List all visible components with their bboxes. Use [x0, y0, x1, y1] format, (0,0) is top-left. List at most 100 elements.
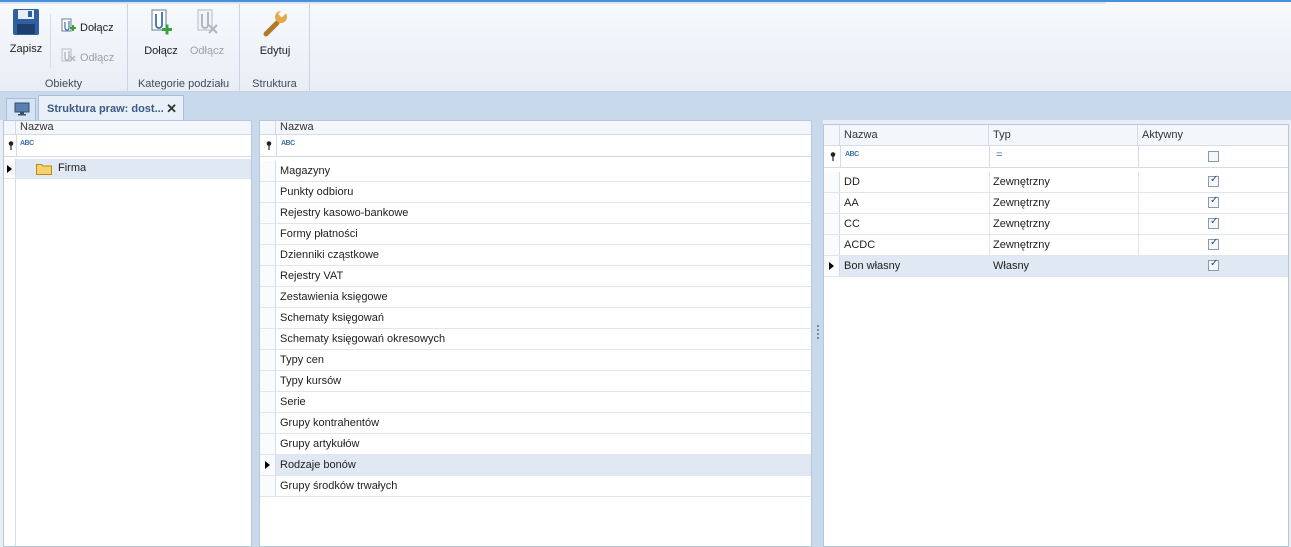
row-indicator	[260, 224, 276, 244]
cell-divider	[989, 193, 990, 213]
list-item[interactable]: Rejestry VAT	[260, 266, 811, 287]
column-header-nazwa[interactable]: Nazwa	[840, 125, 989, 146]
active-checkbox[interactable]	[1208, 174, 1219, 187]
list-item[interactable]: Schematy księgowań okresowych	[260, 329, 811, 350]
row-indicator	[260, 203, 276, 223]
save-button[interactable]: Zapisz	[6, 8, 46, 55]
row-indicator	[824, 256, 840, 276]
list-item[interactable]: Formy płatności	[260, 224, 811, 245]
list-item[interactable]: Typy kursów	[260, 371, 811, 392]
row-indicator	[260, 455, 276, 475]
attach-category-label: Dołącz	[144, 45, 178, 57]
column-header-nazwa[interactable]: Nazwa	[276, 121, 811, 135]
current-row-arrow-icon	[265, 461, 270, 469]
ribbon-group-label: Struktura	[252, 78, 297, 90]
list-item-label: Formy płatności	[280, 228, 358, 240]
document-clip-add-icon	[146, 9, 176, 41]
list-item-label: Grupy środków trwałych	[280, 480, 398, 492]
tree-node-firma[interactable]: Firma	[4, 159, 251, 179]
row-indicator	[260, 329, 276, 349]
row-indicator	[260, 434, 276, 454]
detach-object-button[interactable]: Odłącz	[60, 48, 114, 67]
row-indicator	[260, 245, 276, 265]
indicator-header	[824, 125, 840, 146]
filter-divider	[1138, 146, 1139, 168]
table-row[interactable]: CC Zewnętrzny	[824, 214, 1288, 235]
active-filter-checkbox[interactable]	[1208, 151, 1219, 162]
grid-header: Nazwa	[260, 121, 811, 135]
list-item-label: Rodzaje bonów	[280, 459, 356, 471]
row-indicator	[260, 350, 276, 370]
table-row[interactable]: DD Zewnętrzny	[824, 172, 1288, 193]
column-header-nazwa[interactable]: Nazwa	[16, 121, 251, 135]
list-item[interactable]: Rejestry kasowo-bankowe	[260, 203, 811, 224]
attach-object-button[interactable]: Dołącz	[60, 18, 114, 37]
monitor-icon	[14, 102, 30, 119]
row-indicator	[4, 159, 16, 178]
row-indicator	[260, 182, 276, 202]
splitter-grip[interactable]	[817, 325, 819, 339]
voucher-name-cell: CC	[844, 218, 860, 230]
floppy-disk-icon	[12, 9, 40, 39]
pin-icon	[8, 141, 14, 150]
row-indicator	[260, 413, 276, 433]
voucher-type-cell: Zewnętrzny	[993, 239, 1050, 251]
list-item[interactable]: Punkty odbioru	[260, 182, 811, 203]
table-row[interactable]: ACDC Zewnętrzny	[824, 235, 1288, 256]
pin-icon	[830, 152, 836, 161]
column-header-typ[interactable]: Typ	[989, 125, 1138, 146]
list-item[interactable]: Serie	[260, 392, 811, 413]
vouchers-panel: Nazwa Typ Aktywny ABC = DD Zewnętrzny AA Ze…	[823, 124, 1289, 547]
text-filter-icon[interactable]: ABC	[281, 140, 295, 147]
list-item[interactable]: Magazyny	[260, 161, 811, 182]
filter-divider	[16, 135, 17, 157]
text-filter-icon[interactable]: ABC	[20, 140, 34, 147]
row-indicator	[824, 235, 840, 255]
desktop-tab[interactable]	[6, 98, 36, 120]
pin-icon	[266, 141, 272, 150]
list-item[interactable]: Grupy artykułów	[260, 434, 811, 455]
splitter-right[interactable]	[812, 120, 823, 547]
list-item-label: Dzienniki cząstkowe	[280, 249, 380, 261]
indicator-header	[260, 121, 276, 135]
ribbon-group-struktura: Edytuj Struktura	[240, 4, 310, 92]
row-indicator	[260, 371, 276, 391]
attach-category-button[interactable]: Dołącz	[138, 8, 184, 57]
detach-category-button[interactable]: Odłącz	[184, 8, 230, 57]
active-checkbox[interactable]	[1208, 258, 1219, 271]
list-item-label: Schematy księgowań okresowych	[280, 333, 446, 345]
row-indicator	[260, 308, 276, 328]
list-item-label: Punkty odbioru	[280, 186, 354, 198]
list-item[interactable]: Typy cen	[260, 350, 811, 371]
equals-filter-icon[interactable]: =	[996, 149, 1002, 161]
table-row[interactable]: Bon własny Własny	[824, 256, 1288, 277]
list-item[interactable]: Schematy księgowań	[260, 308, 811, 329]
list-item-label: Grupy kontrahentów	[280, 417, 380, 429]
filter-divider	[840, 146, 841, 168]
list-item-label: Rejestry kasowo-bankowe	[280, 207, 409, 219]
ribbon-group-kategorie: Dołącz Odłącz Kategorie podziału	[128, 4, 240, 92]
filter-divider	[276, 135, 277, 157]
active-checkbox[interactable]	[1208, 216, 1219, 229]
list-item[interactable]: Grupy kontrahentów	[260, 413, 811, 434]
left-tree-panel: Nazwa ABC Firma	[3, 120, 252, 547]
edit-button[interactable]: Edytuj	[254, 8, 296, 57]
splitter-left[interactable]	[252, 120, 259, 547]
list-item[interactable]: Rodzaje bonów	[260, 455, 811, 476]
active-checkbox[interactable]	[1208, 237, 1219, 250]
text-filter-icon[interactable]: ABC	[845, 151, 859, 158]
list-item[interactable]: Dzienniki cząstkowe	[260, 245, 811, 266]
table-row[interactable]: AA Zewnętrzny	[824, 193, 1288, 214]
paperclip-add-icon	[60, 18, 76, 37]
ribbon-group-label: Obiekty	[44, 78, 83, 90]
column-header-aktywny[interactable]: Aktywny	[1138, 125, 1288, 146]
close-icon[interactable]: ✕	[166, 101, 177, 117]
list-item[interactable]: Zestawienia księgowe	[260, 287, 811, 308]
tab-title: Struktura praw: dost...	[47, 103, 164, 115]
tab-struktura-praw[interactable]: Struktura praw: dost... ✕	[38, 95, 184, 121]
voucher-name-cell: AA	[844, 197, 859, 209]
categories-panel: Nazwa ABC Magazyny Punkty odbioru Rejestry…	[259, 120, 812, 547]
list-item[interactable]: Grupy środków trwałych	[260, 476, 811, 497]
cell-divider	[1138, 214, 1139, 234]
active-checkbox[interactable]	[1208, 195, 1219, 208]
